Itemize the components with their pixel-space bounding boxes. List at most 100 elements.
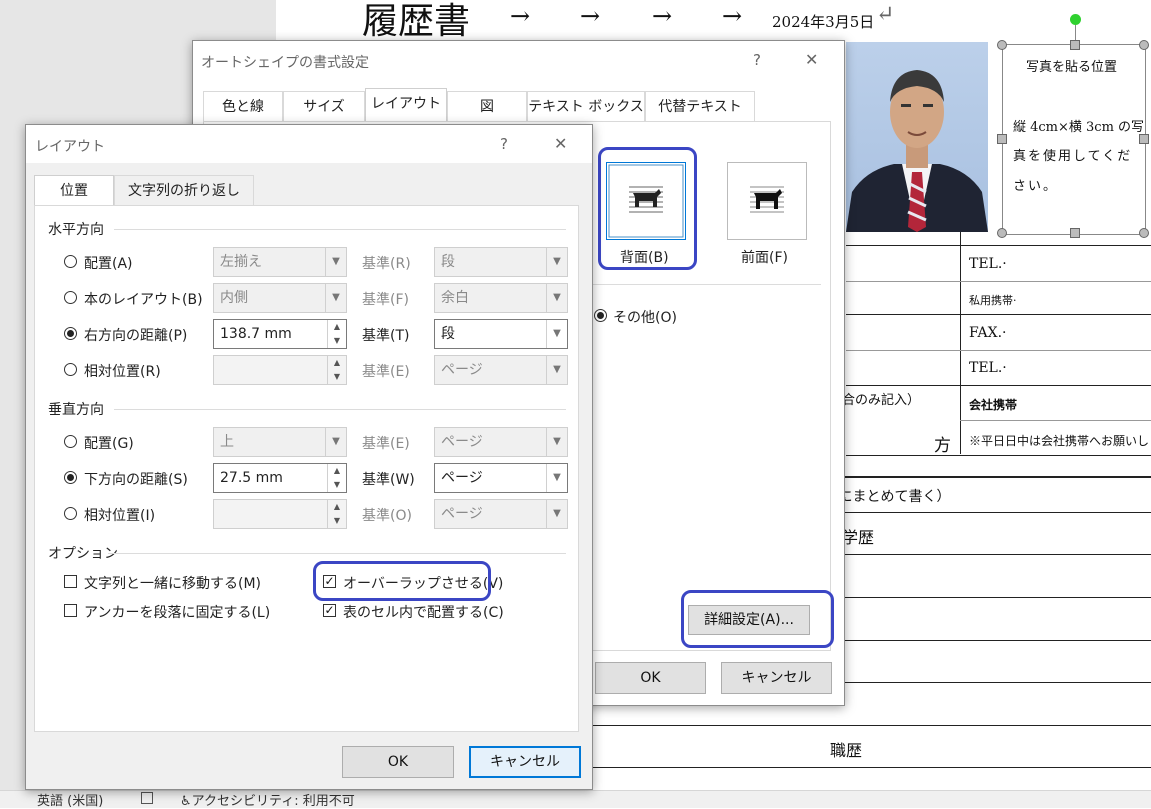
ok-button[interactable]: OK	[595, 662, 706, 694]
h-relative-label[interactable]: 相対位置(R)	[84, 361, 161, 381]
accessibility-status[interactable]: ♿アクセシビリティ: 利用不可	[180, 790, 355, 809]
language-indicator[interactable]: 英語 (米国)	[37, 790, 103, 809]
ok-button[interactable]: OK	[342, 746, 454, 778]
h-absolute-spinner[interactable]: 138.7 mm ▲ ▼	[213, 319, 347, 349]
tab-size[interactable]: サイズ	[283, 91, 365, 121]
other-radio[interactable]	[594, 309, 607, 322]
h-alignment-radio[interactable]	[64, 255, 77, 268]
tab-textbox[interactable]: テキスト ボックス	[527, 91, 645, 121]
macro-icon[interactable]	[141, 792, 153, 804]
resize-handle[interactable]	[1139, 228, 1149, 238]
v-relative-label[interactable]: 相対位置(I)	[84, 505, 155, 525]
resize-handle[interactable]	[997, 134, 1007, 144]
tab-layout[interactable]: レイアウト	[365, 88, 447, 121]
h-alignment-select: 左揃え ▼	[213, 247, 347, 277]
other-label[interactable]: その他(O)	[613, 307, 677, 327]
select-value: ページ	[441, 434, 483, 450]
spin-up-icon[interactable]: ▲	[328, 320, 346, 334]
select-value: ページ	[441, 470, 483, 486]
book-layout-radio[interactable]	[64, 291, 77, 304]
chevron-down-icon: ▼	[546, 284, 567, 312]
resize-handle[interactable]	[1070, 228, 1080, 238]
rotate-handle[interactable]	[1070, 14, 1081, 25]
cancel-button[interactable]: キャンセル	[469, 746, 581, 778]
h-relative-radio[interactable]	[64, 363, 77, 376]
resize-handle[interactable]	[1139, 40, 1149, 50]
h-absolute-label[interactable]: 右方向の距離(P)	[84, 325, 187, 345]
tab-arrow: →	[652, 2, 673, 30]
tab-position[interactable]: 位置	[34, 175, 114, 206]
tab-picture[interactable]: 図	[447, 91, 527, 121]
h-absolute-radio[interactable]	[64, 327, 77, 340]
tab-arrow: →	[580, 2, 601, 30]
help-button[interactable]: ?	[500, 135, 508, 153]
v-absolute-label[interactable]: 下方向の距離(S)	[84, 469, 188, 489]
table-line	[590, 725, 1151, 726]
spin-up-icon: ▲	[333, 502, 341, 511]
resize-handle[interactable]	[1139, 134, 1149, 144]
select-value: 余白	[441, 290, 469, 306]
resize-handle[interactable]	[1070, 40, 1080, 50]
tab-arrow: →	[722, 2, 743, 30]
table-line	[846, 314, 1151, 315]
wrap-front-option[interactable]	[727, 162, 807, 240]
help-button[interactable]: ?	[753, 51, 761, 69]
wrap-front-label[interactable]: 前面(F)	[741, 247, 788, 267]
close-button[interactable]: ✕	[805, 50, 818, 69]
v-absolute-radio[interactable]	[64, 471, 77, 484]
v-relative-base-label: 基準(O)	[362, 508, 412, 524]
chevron-down-icon: ▼	[325, 428, 346, 456]
table-line	[960, 420, 1151, 421]
layout-in-cell-label[interactable]: 表のセル内で配置する(C)	[343, 602, 504, 622]
cancel-button[interactable]: キャンセル	[721, 662, 832, 694]
highlight-advanced-button	[681, 590, 834, 648]
spinner-arrows[interactable]: ▲ ▼	[327, 464, 346, 492]
spinner-arrows[interactable]: ▲ ▼	[327, 320, 346, 348]
cell-text: ※平日日中は会社携帯へお願いしま	[969, 434, 1151, 448]
spinner-value[interactable]: 138.7 mm	[220, 326, 292, 342]
h-alignment-base-label: 基準(R)	[362, 256, 411, 272]
book-layout-base-label: 基準(F)	[362, 292, 409, 308]
dialog-title: オートシェイプの書式設定	[201, 55, 369, 71]
move-with-text-checkbox[interactable]	[64, 575, 77, 588]
portrait-photo[interactable]	[846, 42, 988, 232]
cell-text: 会社携帯	[969, 398, 1018, 412]
chevron-down-icon: ▼	[546, 464, 567, 492]
v-alignment-base-select: ページ ▼	[434, 427, 568, 457]
lock-anchor-label[interactable]: アンカーを段落に固定する(L)	[84, 602, 270, 622]
book-layout-label[interactable]: 本のレイアウト(B)	[84, 289, 203, 309]
lock-anchor-checkbox[interactable]	[64, 604, 77, 617]
select-value: 左揃え	[220, 254, 262, 270]
h-alignment-label[interactable]: 配置(A)	[84, 253, 133, 273]
tab-alt-text[interactable]: 代替テキスト	[645, 91, 755, 121]
resize-handle[interactable]	[997, 228, 1007, 238]
spin-up-icon[interactable]: ▲	[328, 464, 346, 478]
chevron-down-icon: ▼	[325, 284, 346, 312]
move-with-text-label[interactable]: 文字列と一緒に移動する(M)	[84, 573, 261, 593]
table-line	[846, 350, 1151, 351]
table-line	[590, 767, 1151, 768]
book-layout-base-select: 余白 ▼	[434, 283, 568, 313]
select-value: 段	[441, 326, 455, 342]
close-button[interactable]: ✕	[554, 134, 567, 153]
h-absolute-base-select[interactable]: 段 ▼	[434, 319, 568, 349]
v-alignment-radio[interactable]	[64, 435, 77, 448]
resize-handle[interactable]	[997, 40, 1007, 50]
select-value: 段	[441, 254, 455, 270]
spin-down-icon[interactable]: ▼	[328, 334, 346, 348]
tab-colors-lines[interactable]: 色と線	[203, 91, 283, 121]
select-value: ページ	[441, 506, 483, 522]
spin-down-icon: ▼	[333, 372, 341, 381]
v-alignment-label[interactable]: 配置(G)	[84, 433, 134, 453]
spin-down-icon[interactable]: ▼	[328, 478, 346, 492]
table-line	[820, 640, 1151, 641]
spinner-value[interactable]: 27.5 mm	[220, 470, 283, 486]
layout-in-cell-checkbox[interactable]: ✓	[323, 604, 336, 617]
status-bar: 英語 (米国) ♿アクセシビリティ: 利用不可	[0, 790, 1151, 809]
h-relative-spinner: ▲ ▼	[213, 355, 347, 385]
v-absolute-spinner[interactable]: 27.5 mm ▲ ▼	[213, 463, 347, 493]
v-absolute-base-select[interactable]: ページ ▼	[434, 463, 568, 493]
v-relative-radio[interactable]	[64, 507, 77, 520]
tab-text-wrapping[interactable]: 文字列の折り返し	[114, 175, 254, 205]
separator	[114, 229, 566, 230]
